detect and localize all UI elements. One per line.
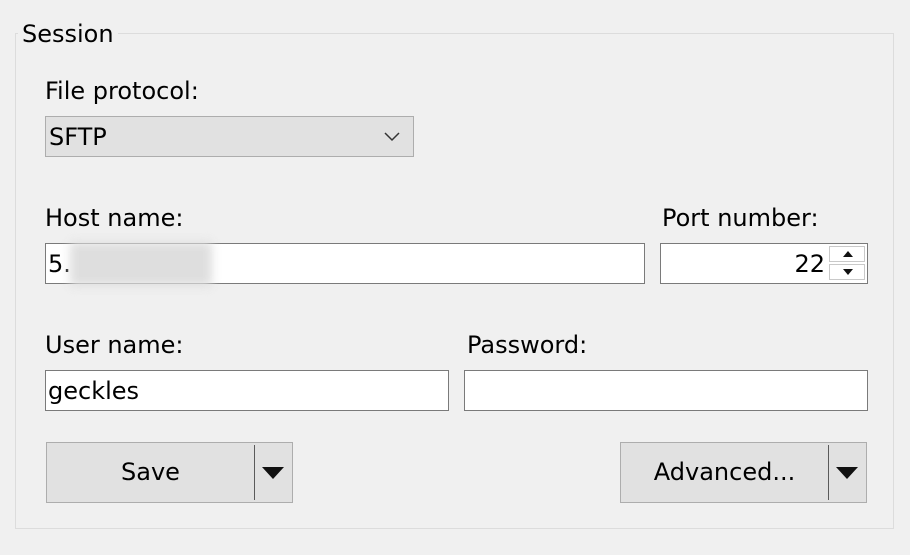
redacted-blur: [70, 242, 212, 286]
spin-down-button[interactable]: [829, 264, 865, 280]
spin-up-button[interactable]: [829, 246, 865, 262]
port-number-value: 22: [794, 250, 825, 278]
save-split-button: Save: [46, 442, 293, 503]
advanced-dropdown-button[interactable]: [828, 443, 866, 502]
file-protocol-value: SFTP: [49, 123, 107, 151]
user-name-value: geckles: [48, 377, 140, 405]
port-number-label: Port number:: [662, 204, 819, 232]
save-button[interactable]: Save: [47, 443, 254, 502]
spin-down-arrow-icon: [843, 269, 853, 275]
chevron-down-icon: [383, 128, 401, 146]
host-name-label: Host name:: [45, 204, 184, 232]
port-spin-buttons: [829, 246, 865, 281]
user-name-label: User name:: [45, 331, 184, 359]
save-dropdown-button[interactable]: [254, 443, 292, 502]
dropdown-arrow-icon: [836, 467, 858, 479]
advanced-split-button: Advanced...: [620, 442, 867, 503]
file-protocol-select[interactable]: SFTP: [45, 116, 414, 157]
spin-up-arrow-icon: [843, 251, 853, 257]
advanced-button[interactable]: Advanced...: [621, 443, 828, 502]
password-input[interactable]: [464, 370, 868, 411]
session-group-title: Session: [18, 18, 118, 50]
password-label: Password:: [467, 331, 588, 359]
user-name-input[interactable]: geckles: [45, 370, 449, 411]
file-protocol-label: File protocol:: [45, 77, 199, 105]
host-name-input[interactable]: 5.: [45, 242, 645, 286]
port-number-stepper[interactable]: 22: [660, 243, 868, 284]
host-name-value: 5.: [48, 250, 71, 278]
dropdown-arrow-icon: [262, 467, 284, 479]
